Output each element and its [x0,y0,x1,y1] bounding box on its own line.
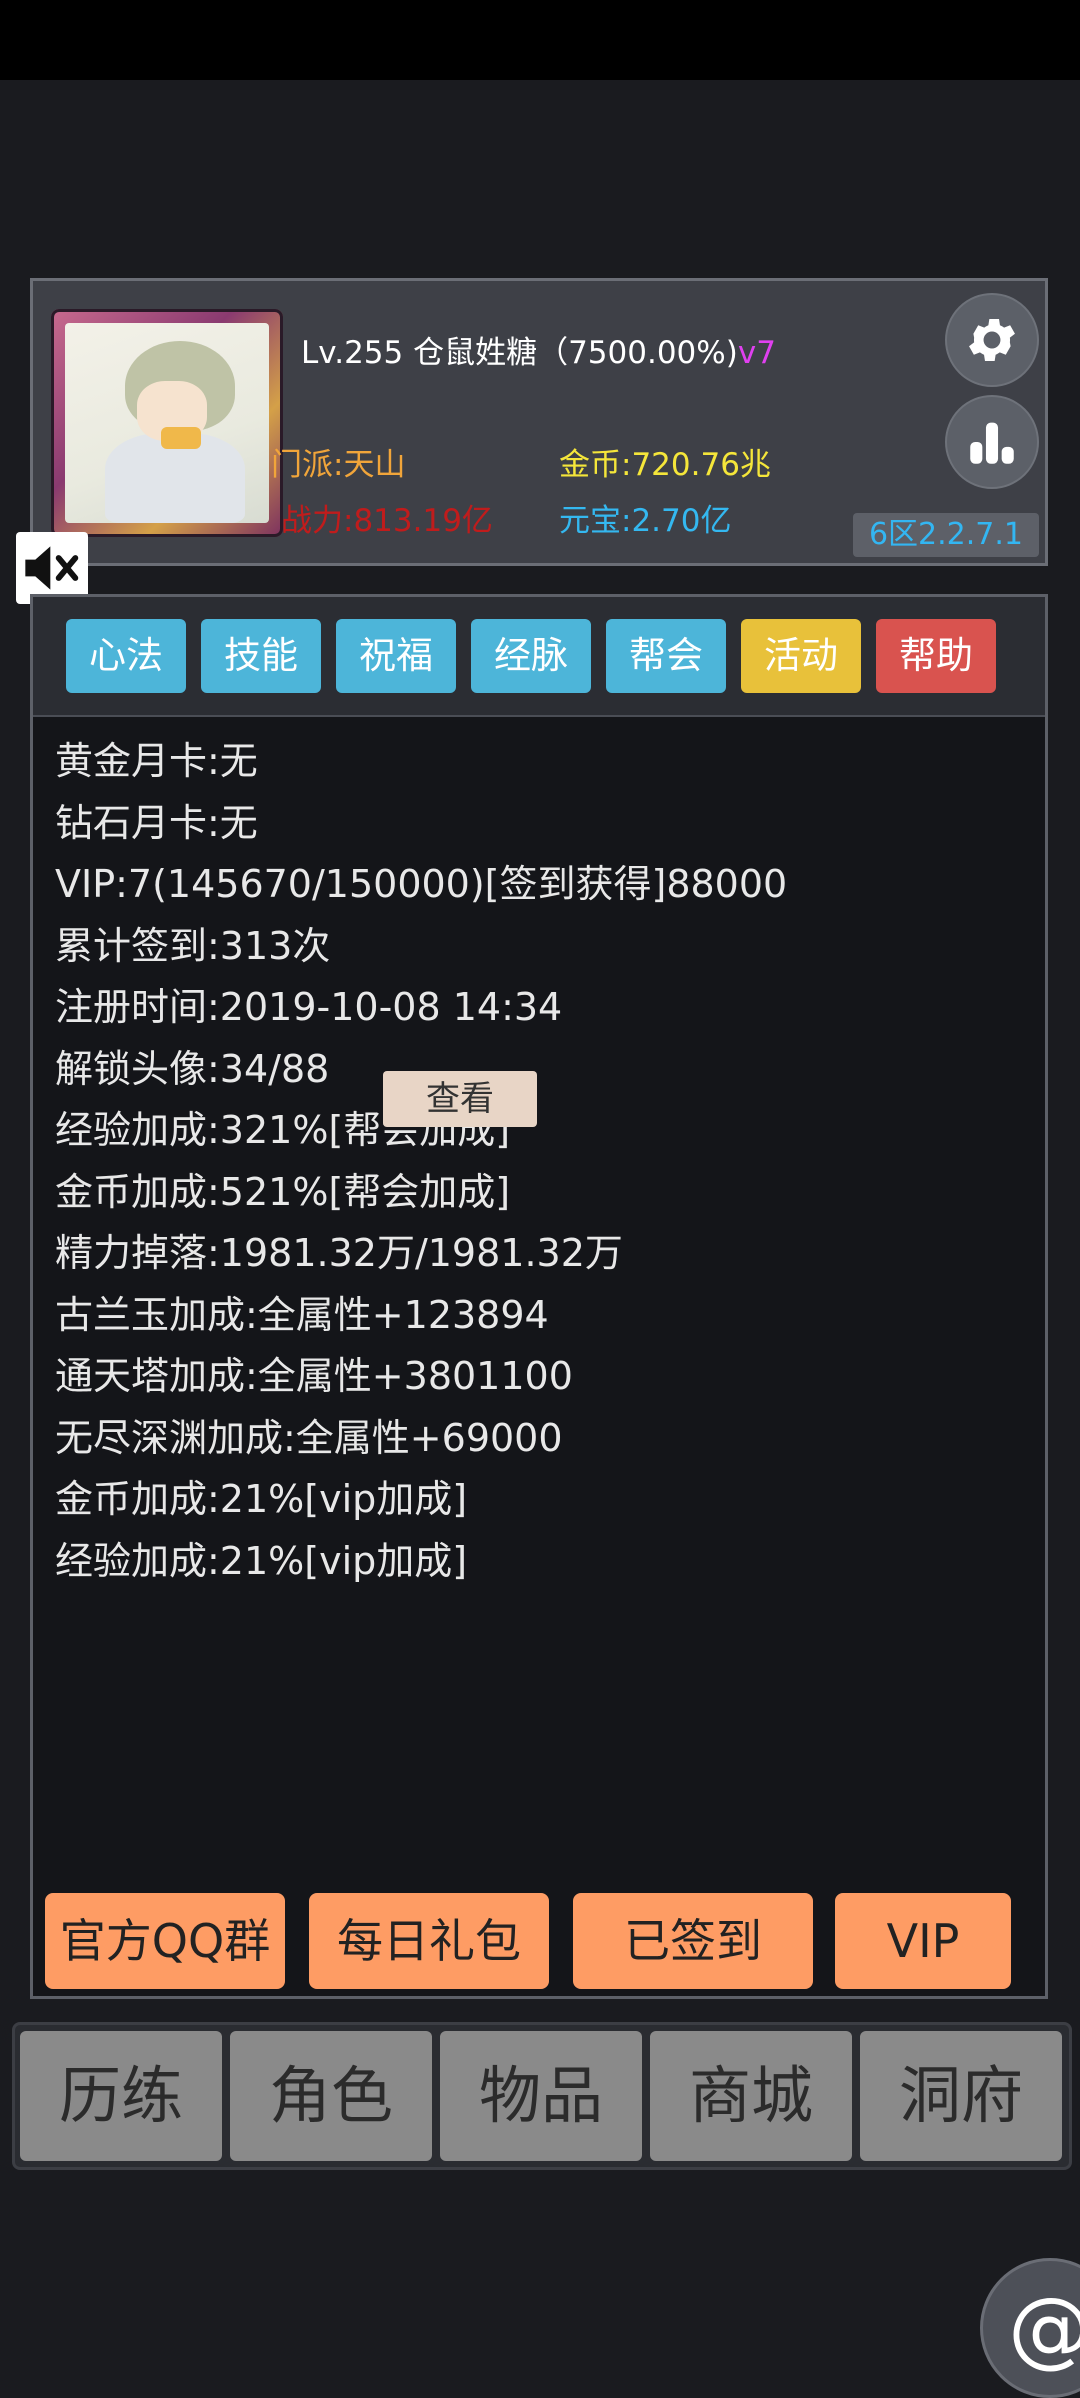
nav-training[interactable]: 历练 [20,2031,222,2161]
info-exp-bonus-vip: 经验加成:21%[vip加成] [55,1538,468,1583]
info-gold-bonus-guild: 金币加成:521%[帮会加成] [55,1169,511,1214]
info-jade-bonus: 古兰玉加成:全属性+123894 [55,1292,549,1337]
qq-group-button[interactable]: 官方QQ群 [45,1893,285,1989]
profile-card: Lv.255 仓鼠姓糖（7500.00%)v7 门派:天山 战力:813.19亿… [30,278,1048,566]
bottom-nav: 历练 角色 物品 商城 洞府 [12,2022,1072,2170]
ranking-button[interactable] [945,395,1039,489]
sect-label: 门派:天山 [271,447,406,483]
contact-button[interactable]: @ [980,2258,1080,2398]
player-level-name: Lv.255 仓鼠姓糖（7500.00%)v7 [301,327,776,372]
speaker-muted-icon [25,546,79,590]
ingot-label: 元宝:2.70亿 [559,503,732,539]
tab-guild[interactable]: 帮会 [606,619,726,693]
nav-items[interactable]: 物品 [440,2031,642,2161]
info-register-time: 注册时间:2019-10-08 14:34 [55,985,563,1029]
info-diamond-monthly-card: 钻石月卡:无 [55,800,258,845]
info-total-signin: 累计签到:313次 [55,923,331,968]
info-energy-drop: 精力掉落:1981.32万/1981.32万 [55,1231,623,1275]
nav-shop[interactable]: 商城 [650,2031,852,2161]
tab-meridians[interactable]: 经脉 [471,619,591,693]
tab-events[interactable]: 活动 [741,619,861,693]
info-abyss-bonus: 无尽深渊加成:全属性+69000 [55,1415,563,1460]
power-label: 战力:813.19亿 [281,503,493,539]
gold-label: 金币:720.76兆 [559,447,771,483]
gear-icon [969,318,1015,362]
info-gold-monthly-card: 黄金月卡:无 [55,739,258,783]
avatar[interactable] [51,309,283,537]
settings-button[interactable] [945,293,1039,387]
tab-help[interactable]: 帮助 [876,619,996,693]
info-tower-bonus: 通天塔加成:全属性+3801100 [55,1354,573,1398]
vip-button[interactable]: VIP [835,1893,1011,1989]
daily-gift-button[interactable]: 每日礼包 [309,1893,549,1989]
view-avatars-button[interactable]: 查看 [383,1071,537,1127]
tab-xinfa[interactable]: 心法 [66,619,186,693]
tab-bar: 心法 技能 祝福 经脉 帮会 活动 帮助 [33,597,1045,717]
info-vip-progress: VIP:7(145670/150000)[签到获得]88000 [55,862,788,906]
nav-cave[interactable]: 洞府 [860,2031,1062,2161]
signed-in-button[interactable]: 已签到 [573,1893,813,1989]
tab-blessing[interactable]: 祝福 [336,619,456,693]
main-panel: 心法 技能 祝福 经脉 帮会 活动 帮助 黄金月卡:无 钻石月卡:无 VIP:7… [30,594,1048,1999]
server-badge: 6区2.2.7.1 [853,513,1039,557]
character-info-list: 黄金月卡:无 钻石月卡:无 VIP:7(145670/150000)[签到获得]… [55,731,787,1592]
bar-chart-icon [970,422,1014,464]
nav-character[interactable]: 角色 [230,2031,432,2161]
status-bar [0,0,1080,80]
info-gold-bonus-vip: 金币加成:21%[vip加成] [55,1477,468,1521]
at-icon: @ [1008,2279,1080,2377]
vip-tag: v7 [737,335,776,371]
level-text: Lv.255 仓鼠姓糖（7500.00%) [301,335,738,371]
avatar-image [65,323,269,523]
tab-skills[interactable]: 技能 [201,619,321,693]
